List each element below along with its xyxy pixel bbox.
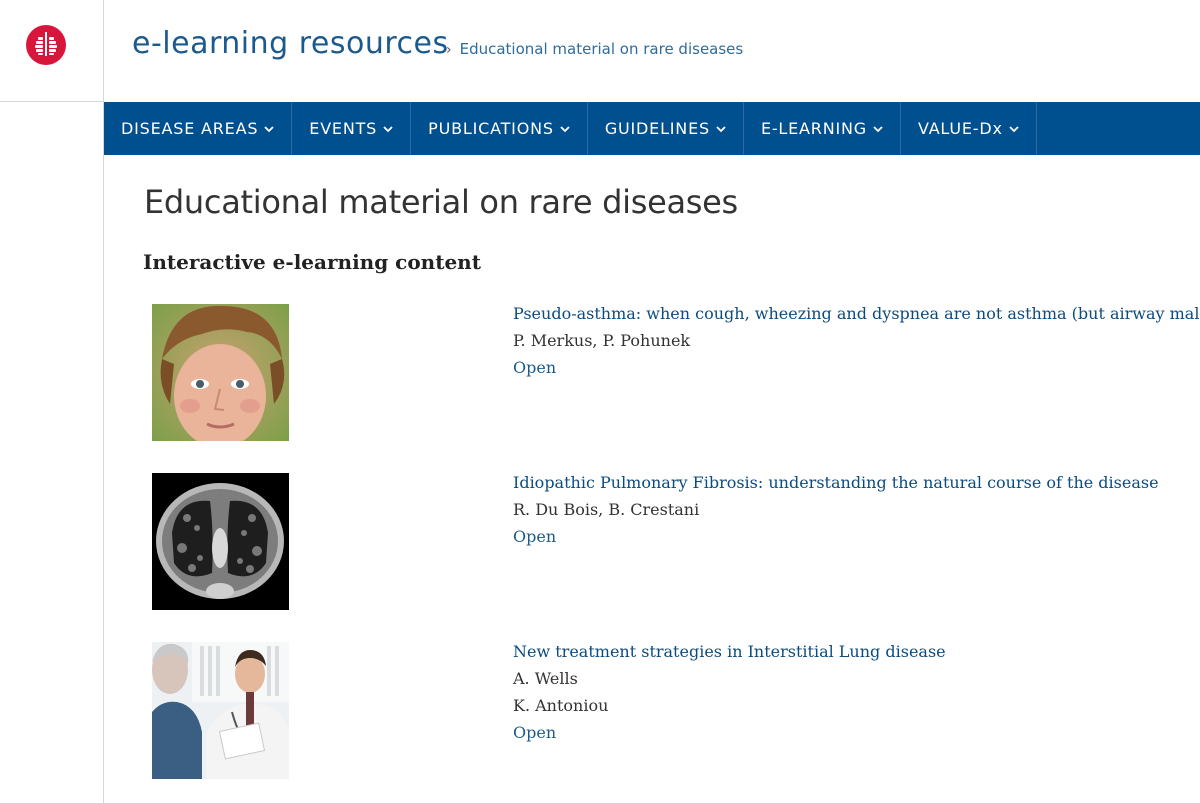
- main-nav: DISEASE AREAS EVENTS PUBLICATIONS GUIDEL…: [104, 102, 1200, 155]
- left-rail: [0, 0, 104, 803]
- chevron-down-icon: [716, 125, 726, 132]
- open-link[interactable]: Open: [513, 723, 946, 743]
- child-portrait-image[interactable]: [152, 304, 289, 441]
- nav-label: GUIDELINES: [604, 119, 710, 138]
- nav-label: DISEASE AREAS: [121, 119, 259, 138]
- item-title-link[interactable]: New treatment strategies in Interstitial…: [513, 642, 946, 662]
- open-link[interactable]: Open: [513, 358, 1200, 378]
- nav-item-publications[interactable]: PUBLICATIONS: [411, 102, 588, 155]
- item-author: A. Wells: [513, 669, 578, 688]
- chevron-down-icon: [383, 125, 393, 132]
- rail-divider: [0, 101, 103, 102]
- ers-logo-icon[interactable]: [26, 25, 66, 65]
- item-text: New treatment strategies in Interstitial…: [513, 642, 946, 743]
- page-title: Educational material on rare diseases: [144, 183, 738, 221]
- item-text: Pseudo-asthma: when cough, wheezing and …: [513, 304, 1200, 378]
- nav-label: EVENTS: [309, 119, 378, 138]
- nav-item-disease-areas[interactable]: DISEASE AREAS: [104, 102, 293, 155]
- item-author: R. Du Bois, B. Crestani: [513, 500, 700, 519]
- nav-item-guidelines[interactable]: GUIDELINES: [588, 102, 744, 155]
- chevron-down-icon: [560, 125, 570, 132]
- nav-label: E-LEARNING: [760, 119, 867, 138]
- item-text: Idiopathic Pulmonary Fibrosis: understan…: [513, 473, 1159, 547]
- doctor-patient-image[interactable]: [152, 642, 289, 779]
- section-title: Interactive e-learning content: [143, 250, 481, 274]
- chevron-down-icon: [264, 125, 274, 132]
- breadcrumb: › Educational material on rare diseases: [446, 40, 743, 58]
- item-title-link[interactable]: Idiopathic Pulmonary Fibrosis: understan…: [513, 473, 1159, 493]
- open-link[interactable]: Open: [513, 527, 1159, 547]
- site-title[interactable]: e-learning resources: [132, 26, 449, 61]
- item-author: K. Antoniou: [513, 696, 609, 715]
- chevron-down-icon: [1009, 125, 1019, 132]
- item-title-link[interactable]: Pseudo-asthma: when cough, wheezing and …: [513, 304, 1200, 324]
- nav-label: PUBLICATIONS: [428, 119, 554, 138]
- breadcrumb-current[interactable]: Educational material on rare diseases: [460, 40, 744, 58]
- chevron-down-icon: [873, 125, 883, 132]
- lung-ct-scan-image[interactable]: [152, 473, 289, 610]
- breadcrumb-separator: ›: [446, 42, 452, 58]
- nav-item-value-dx[interactable]: VALUE-Dx: [901, 102, 1037, 155]
- nav-item-events[interactable]: EVENTS: [292, 102, 412, 155]
- item-author: P. Merkus, P. Pohunek: [513, 331, 691, 350]
- nav-label: VALUE-Dx: [917, 119, 1003, 138]
- nav-item-e-learning[interactable]: E-LEARNING: [744, 102, 901, 155]
